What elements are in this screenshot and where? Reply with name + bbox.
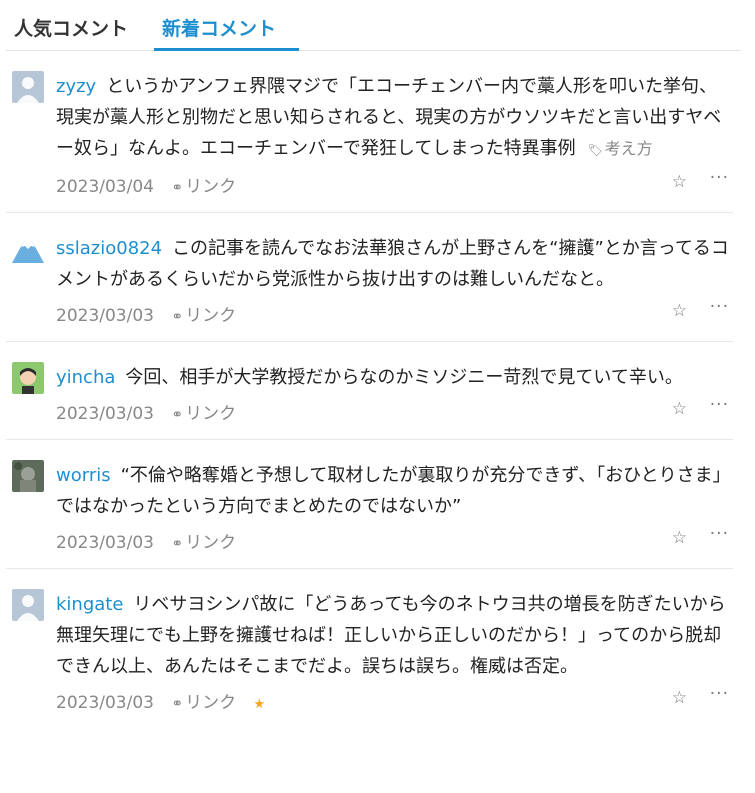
add-star-button[interactable]: ☆ [672, 172, 687, 192]
comment-date[interactable]: 2023/03/03 [56, 693, 154, 713]
add-star-button[interactable]: ☆ [672, 688, 687, 708]
comment-tag[interactable]: 🏷 考え方 [587, 139, 652, 158]
comment-item: sslazio0824 この記事を読んでなお法華狼さんが上野さんを“擁護”とか言っ… [6, 213, 733, 342]
comment-username[interactable]: worris [56, 465, 111, 486]
link-label: リンク [185, 693, 237, 713]
comment-item: worris “不倫や略奪婚と予想して取材したが裏取りが充分できず、「おひとりさま… [6, 440, 733, 569]
default-avatar-icon[interactable] [12, 71, 44, 103]
add-star-button[interactable]: ☆ [672, 301, 687, 321]
mountain-avatar-icon[interactable] [12, 233, 44, 265]
comment-username[interactable]: zyzy [56, 76, 96, 97]
comment-body: kingate リベサヨシンパ故に「どうあっても今のネトウヨ共の増長を防ぎたいから… [56, 583, 733, 682]
comment-text: “不倫や略奪婚と予想して取材したが裏取りが充分できず、「おひとりさま」ではなかっ… [56, 465, 731, 517]
comment-meta: 2023/03/03 ⚭ リンク ☆ ··· [56, 524, 733, 556]
comment-date[interactable]: 2023/03/04 [56, 177, 154, 197]
comment-username[interactable]: yincha [56, 367, 115, 388]
comment-body: sslazio0824 この記事を読んでなお法華狼さんが上野さんを“擁護”とか言っ… [56, 227, 733, 295]
more-options-button[interactable]: ··· [710, 524, 729, 544]
comment-date[interactable]: 2023/03/03 [56, 404, 154, 424]
link-icon: ⚭ [171, 180, 184, 196]
comment-date[interactable]: 2023/03/03 [56, 533, 154, 553]
add-star-button[interactable]: ☆ [672, 399, 687, 419]
comment-item: zyzy というかアンフェ界隈マジで「エコーチェンバー内で藁人形を叩いた挙句、現実… [6, 51, 733, 213]
tag-label: 考え方 [604, 139, 653, 158]
comment-meta: 2023/03/03 ⚭ リンク ☆ ··· [56, 297, 733, 329]
more-options-button[interactable]: ··· [710, 168, 729, 188]
comment-text: リベサヨシンパ故に「どうあっても今のネトウヨ共の増長を防ぎたいから無理矢理にでも… [56, 594, 726, 677]
comment-body: zyzy というかアンフェ界隈マジで「エコーチェンバー内で藁人形を叩いた挙句、現実… [56, 65, 733, 166]
comment-link[interactable]: ⚭ リンク [171, 306, 236, 326]
comment-meta: 2023/03/03 ⚭ リンク ★ ☆ ··· [56, 684, 733, 716]
comment-body: worris “不倫や略奪婚と予想して取材したが裏取りが充分できず、「おひとりさま… [56, 454, 733, 522]
more-options-button[interactable]: ··· [710, 297, 729, 317]
link-icon: ⚭ [171, 407, 184, 423]
link-icon: ⚭ [171, 696, 184, 712]
comment-link[interactable]: ⚭ リンク [171, 693, 236, 713]
link-icon: ⚭ [171, 309, 184, 325]
comment-meta: 2023/03/03 ⚭ リンク ☆ ··· [56, 395, 733, 427]
comment-item: yincha 今回、相手が大学教授だからなのかミソジニー苛烈で見ていて辛い。 20… [6, 342, 733, 440]
tab-popular-comments[interactable]: 人気コメント [14, 14, 128, 41]
comment-link[interactable]: ⚭ リンク [171, 533, 236, 553]
comment-text: 今回、相手が大学教授だからなのかミソジニー苛烈で見ていて辛い。 [125, 367, 683, 388]
link-label: リンク [185, 533, 237, 553]
comment-list: zyzy というかアンフェ界隈マジで「エコーチェンバー内で藁人形を叩いた挙句、現実… [0, 51, 755, 728]
person-avatar-icon[interactable] [12, 362, 44, 394]
add-star-button[interactable]: ☆ [672, 528, 687, 548]
comment-link[interactable]: ⚭ リンク [171, 177, 236, 197]
default-avatar-icon[interactable] [12, 589, 44, 621]
photo-avatar-icon[interactable] [12, 460, 44, 492]
received-star-icon[interactable]: ★ [254, 697, 266, 712]
link-label: リンク [185, 177, 237, 197]
more-options-button[interactable]: ··· [710, 395, 729, 415]
link-label: リンク [185, 306, 237, 326]
tag-icon: 🏷 [587, 143, 603, 157]
comment-body: yincha 今回、相手が大学教授だからなのかミソジニー苛烈で見ていて辛い。 [56, 356, 733, 393]
comment-username[interactable]: sslazio0824 [56, 238, 162, 259]
comment-item: kingate リベサヨシンパ故に「どうあっても今のネトウヨ共の増長を防ぎたいから… [6, 569, 733, 728]
comment-link[interactable]: ⚭ リンク [171, 404, 236, 424]
comment-tabs: 人気コメント 新着コメント [6, 0, 741, 51]
link-label: リンク [185, 404, 237, 424]
more-options-button[interactable]: ··· [710, 684, 729, 704]
tab-new-comments[interactable]: 新着コメント [162, 14, 276, 41]
comment-meta: 2023/03/04 ⚭ リンク ☆ ··· [56, 168, 733, 200]
comment-date[interactable]: 2023/03/03 [56, 306, 154, 326]
link-icon: ⚭ [171, 536, 184, 552]
comment-username[interactable]: kingate [56, 594, 123, 615]
